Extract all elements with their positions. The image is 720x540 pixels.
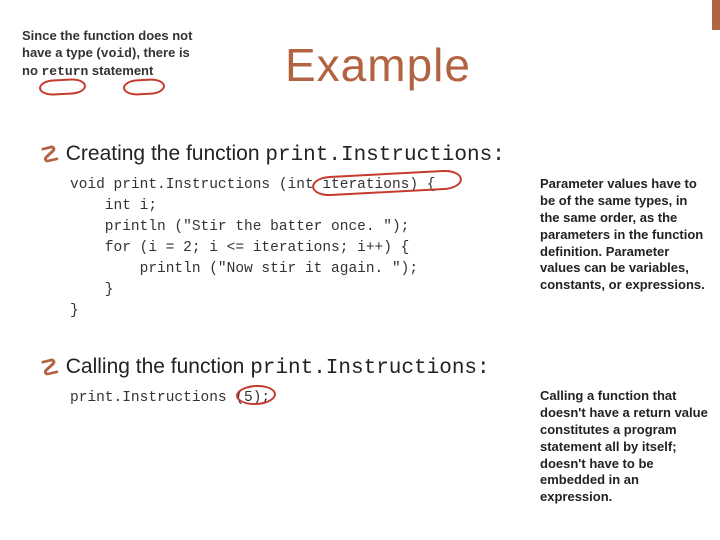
bullet1-code: print.Instructions: [265,144,504,167]
slide-title: Example [285,38,471,92]
bullet-creating: ☡ Creating the function print.Instructio… [40,142,505,167]
note-line2a: have a type ( [22,45,101,60]
annotation-parameters: Parameter values have to be of the same … [540,176,710,294]
circle-annotation-return [39,78,87,96]
annotation-calling: Calling a function that doesn't have a r… [540,388,710,506]
note-line2c: ), there is [132,45,190,60]
circle-annotation-params [312,169,463,197]
bullet-calling: ☡ Calling the function print.Instruction… [40,355,490,380]
code-block-definition: void print.Instructions (int iterations)… [70,175,435,322]
note-line1: Since the function does not [22,28,192,43]
note-return: return [42,64,89,79]
circle-annotation-arg [236,384,277,406]
bullet2-pre: Calling the function [66,355,250,378]
accent-bar [712,0,720,30]
bullet-text-2: Calling the function print.Instructions: [66,355,490,380]
bullet-icon: ☡ [40,357,60,379]
note-void: void [101,46,132,61]
note-line3c: statement [88,63,153,78]
circle-annotation-void [123,78,166,96]
bullet1-pre: Creating the function [66,142,266,165]
note-line3a: no [22,63,42,78]
note-topleft: Since the function does not have a type … [22,28,257,81]
bullet2-code: print.Instructions: [250,357,489,380]
bullet-text-1: Creating the function print.Instructions… [66,142,505,167]
bullet-icon: ☡ [40,144,60,166]
